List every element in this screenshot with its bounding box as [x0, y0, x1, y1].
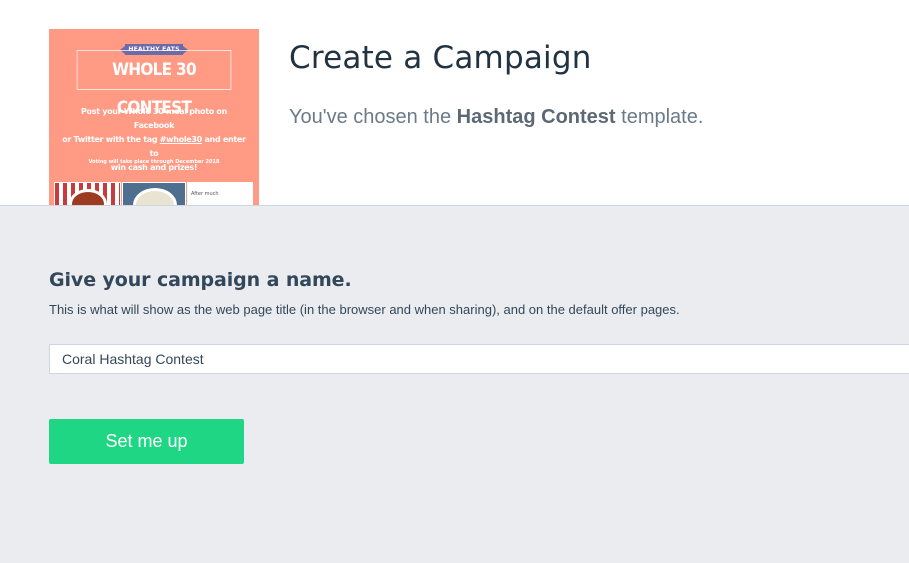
template-body-line2-prefix: or Twitter with the tag	[62, 135, 158, 144]
template-name: Hashtag Contest	[456, 106, 616, 128]
set-me-up-button[interactable]: Set me up	[49, 419, 244, 464]
campaign-name-heading: Give your campaign a name.	[49, 269, 352, 291]
create-campaign-page: HEALTHY EATS WHOLE 30 CONTEST Post your …	[0, 0, 909, 563]
subtitle-prefix: You've chosen the	[289, 106, 452, 128]
food-photo-2	[122, 182, 186, 205]
template-title: WHOLE 30 CONTEST	[76, 50, 232, 118]
page-title: Create a Campaign	[289, 40, 592, 76]
template-body-line2: or Twitter with the tag #whole30 and ent…	[61, 133, 247, 161]
dish-image-1	[69, 189, 107, 205]
template-preview-thumbnail: HEALTHY EATS WHOLE 30 CONTEST Post your …	[49, 29, 259, 205]
campaign-name-form: Give your campaign a name. This is what …	[0, 205, 909, 563]
template-small-print: Voting will take place through December …	[88, 159, 220, 165]
template-hashtag: #whole30	[159, 135, 202, 144]
campaign-name-input[interactable]	[49, 344, 909, 374]
campaign-name-help-text: This is what will show as the web page t…	[49, 302, 680, 317]
dish-image-2	[133, 188, 177, 205]
food-photo-3: After much	[187, 182, 253, 205]
subtitle-suffix: template.	[621, 106, 704, 128]
food-photo-1	[54, 182, 121, 205]
template-chosen-text: You've chosen the Hashtag Contest templa…	[289, 106, 703, 129]
photo-3-caption: After much	[191, 191, 219, 197]
template-body-line1: Post your Whole 30 meal photo on Faceboo…	[80, 107, 228, 130]
campaign-header: HEALTHY EATS WHOLE 30 CONTEST Post your …	[0, 0, 909, 205]
